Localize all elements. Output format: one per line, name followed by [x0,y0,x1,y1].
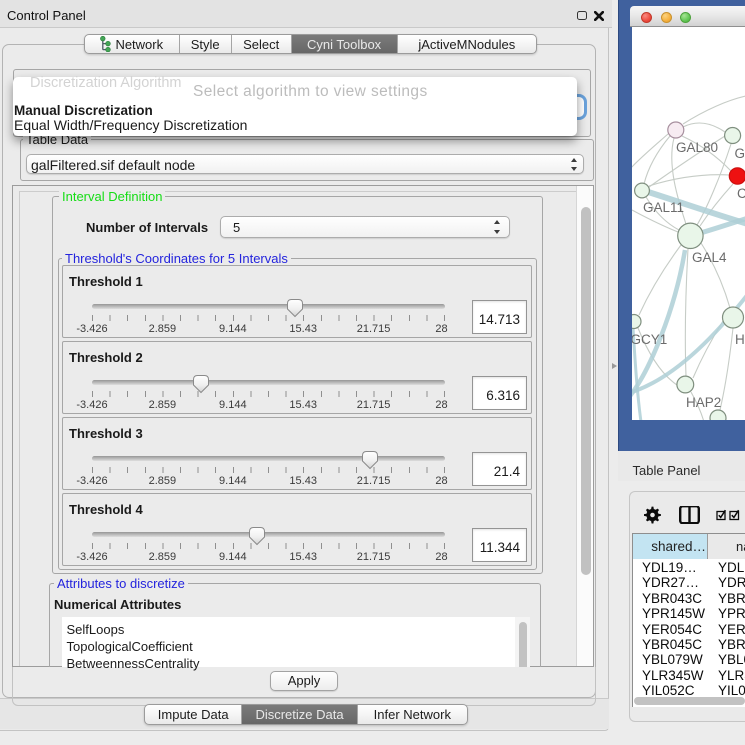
svg-text:HAP2: HAP2 [686,395,721,410]
svg-text:HS: HS [735,332,745,347]
svg-text:GAL11: GAL11 [643,200,684,215]
svg-text:GAL4: GAL4 [692,250,727,265]
svg-text:CD: CD [737,186,745,201]
svg-text:GA: GA [735,146,745,161]
svg-text:GAL80: GAL80 [676,140,718,155]
svg-text:GCY1: GCY1 [632,332,667,347]
